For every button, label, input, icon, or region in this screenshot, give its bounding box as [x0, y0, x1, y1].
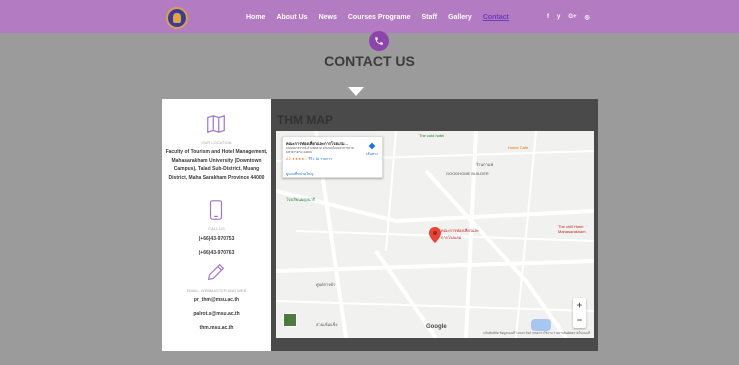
address-text: Faculty of Tourism and Hotel Management,…	[165, 149, 268, 181]
google-logo: Google	[426, 324, 447, 330]
social-links: f y G+ ◎	[547, 14, 590, 21]
nav-about[interactable]: About Us	[276, 14, 307, 21]
instagram-icon[interactable]: ◎	[585, 14, 590, 21]
facebook-icon[interactable]: f	[547, 14, 549, 21]
location-pin-icon[interactable]	[429, 227, 441, 243]
pin-label: คณะการท่องเที่ยวและการโรงแรม	[441, 228, 480, 240]
email-1[interactable]: pr_thm@msu.ac.th	[162, 297, 271, 303]
twitter-icon[interactable]: y	[557, 14, 560, 21]
place-address: ถนนนครสวรรค์ ตำบลตลาด อำเภอเมืองมหาสารคา…	[286, 146, 354, 154]
nav-news[interactable]: News	[319, 14, 337, 21]
contact-card: OUR LOCATION Faculty of Tourism and Hote…	[162, 99, 271, 351]
poi-label[interactable]: สวนเข้มแข็ง	[316, 321, 337, 328]
rating-value: 4.2	[286, 157, 291, 161]
satellite-toggle[interactable]	[283, 313, 297, 327]
navbar: Home About Us News Courses Programe Staf…	[0, 0, 739, 33]
poi-label[interactable]: The cold hotel	[419, 133, 444, 138]
nav-staff[interactable]: Staff	[422, 14, 438, 21]
nav-menu: Home About Us News Courses Programe Staf…	[246, 14, 520, 21]
poi-label[interactable]: GOODHOME BUILDER	[446, 171, 489, 176]
map-panel: THM MAP คณะการท่องเที่ยวและการโรงแรม...	[271, 99, 598, 351]
logo-emblem	[173, 13, 181, 23]
google-plus-icon[interactable]: G+	[568, 14, 576, 21]
directions-icon	[368, 142, 376, 150]
phone-1[interactable]: (+66)43-970753	[162, 236, 271, 242]
poi-label[interactable]: ศูนย์การค้า	[316, 281, 335, 288]
zoom-in-button[interactable]: +	[573, 298, 586, 313]
pointer-triangle	[348, 87, 364, 96]
nav-gallery[interactable]: Gallery	[448, 14, 472, 21]
logo[interactable]	[166, 7, 188, 29]
poi-label[interactable]: โรงเรียนผดุงนารี	[286, 196, 315, 203]
directions-label: เส้นทาง	[366, 152, 378, 156]
phone-icon	[369, 31, 389, 51]
poi-label[interactable]: Home Cafe	[508, 145, 528, 150]
place-rating: 4.2 ★★★★☆ รีวิว 16 รายการ	[286, 156, 332, 162]
zoom-control: + −	[573, 298, 586, 328]
email-2[interactable]: palrot.s@msu.ac.th	[162, 311, 271, 317]
nav-courses[interactable]: Courses Programe	[348, 14, 411, 21]
phone-2[interactable]: (+66)43-970763	[162, 250, 271, 256]
directions-button[interactable]: เส้นทาง	[363, 142, 381, 157]
email-label: EMAIL, WEBMASTER AND WEB	[186, 288, 247, 293]
nav-home[interactable]: Home	[246, 14, 265, 21]
map-title: THM MAP	[277, 113, 333, 127]
review-count[interactable]: รีวิว 16 รายการ	[309, 157, 333, 161]
rating-stars: ★★★★☆	[291, 157, 308, 161]
pencil-icon	[207, 263, 225, 281]
place-info-card: คณะการท่องเที่ยวและการโรงแรม... ถนนนครสว…	[282, 136, 383, 178]
nav-contact[interactable]: Contact	[483, 14, 509, 21]
map-attribution[interactable]: แป้นพิมพ์ลัด ข้อมูลแผนที่ ©2023 ข้อกำหนด…	[483, 331, 590, 336]
larger-map-link[interactable]: ดูแผนที่ขนาดใหญ่	[286, 171, 313, 177]
zoom-out-button[interactable]: −	[573, 313, 586, 328]
location-label: OUR LOCATION	[201, 140, 232, 145]
call-label: CALL US	[208, 226, 225, 231]
page-title: CONTACT US	[324, 53, 415, 69]
mobile-icon	[209, 200, 223, 220]
poi-label[interactable]: The chill Hotel Mahasarakham	[558, 224, 592, 234]
poi-label[interactable]: ร้านกาแฟ	[476, 161, 493, 168]
google-map[interactable]: คณะการท่องเที่ยวและการโรงแรม... ถนนนครสว…	[276, 131, 594, 338]
website-link[interactable]: thm.msu.ac.th	[162, 325, 271, 331]
map-icon	[207, 114, 225, 134]
